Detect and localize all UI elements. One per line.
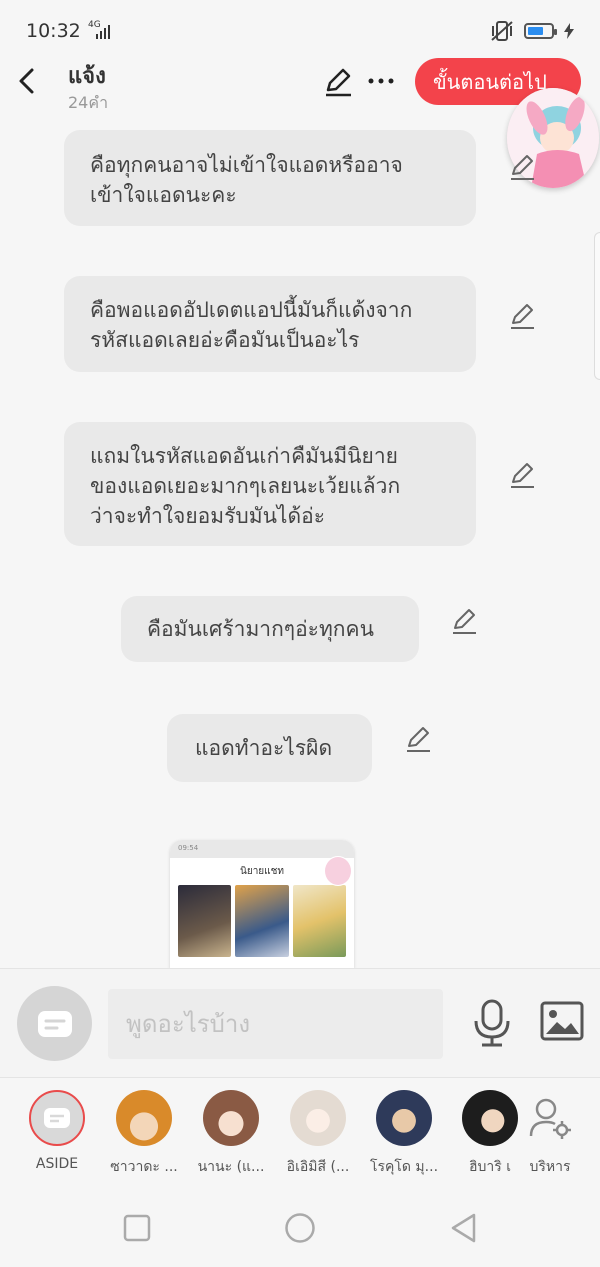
- edit-message-icon[interactable]: [449, 606, 479, 636]
- status-time: 10:32: [26, 20, 81, 42]
- character-avatar: [116, 1090, 172, 1146]
- message-line: แถมในรหัสแอดอันเก่าคืมันมีนิยาย: [90, 444, 398, 468]
- edit-message-icon[interactable]: [507, 460, 537, 490]
- message-bubble[interactable]: คือมันเศร้ามากๆอ่ะทุกคน: [121, 596, 419, 662]
- message-bubble[interactable]: แถมในรหัสแอดอันเก่าคืมันมีนิยาย ของแอดเย…: [64, 422, 476, 546]
- thumbnail-cover: [235, 885, 289, 957]
- home-button[interactable]: [284, 1212, 316, 1244]
- thumbnail-avatar: [324, 856, 352, 886]
- thumbnail-cover: [292, 885, 346, 957]
- header: แจ้ง 24คำ ขั้นตอนต่อไป: [0, 58, 600, 120]
- recent-apps-button[interactable]: [123, 1214, 151, 1242]
- vibrate-muted-icon: [491, 21, 513, 41]
- character-avatar: [203, 1090, 259, 1146]
- page-title: แจ้ง: [68, 64, 106, 89]
- message-line: ของแอดเยอะมากๆเลยนะเว้ยแล้วก: [90, 474, 401, 498]
- message-line: คือพอแอดอัปเดตแอปนี้มันก็แด้งจาก: [90, 298, 413, 322]
- character-avatar: [290, 1090, 346, 1146]
- character-avatar: [376, 1090, 432, 1146]
- word-count: 24คำ: [68, 93, 109, 112]
- message-line: คือมันเศร้ามากๆอ่ะทุกคน: [147, 617, 374, 641]
- message-composer: [0, 968, 600, 1078]
- edit-message-icon[interactable]: [403, 724, 433, 754]
- battery-icon: [524, 23, 557, 39]
- message-line: แอดทำอะไรผิด: [195, 736, 333, 760]
- character-name: บริหาร: [529, 1159, 571, 1175]
- image-message-thumbnail[interactable]: 09:54 นิยายแชท: [170, 840, 354, 968]
- system-nav-bar: [0, 1188, 600, 1267]
- thumbnail-time: 09:54: [178, 844, 199, 852]
- character-aside[interactable]: ASIDE: [17, 1090, 97, 1172]
- character-name: โรคุโด มุ...: [369, 1159, 439, 1175]
- character-item[interactable]: ซาวาดะ ...: [104, 1090, 184, 1178]
- aside-icon: [29, 1090, 85, 1146]
- signal-icon: [96, 25, 110, 39]
- edit-icon[interactable]: [322, 66, 354, 98]
- message-line: คือทุกคนอาจไม่เข้าใจแอดหรืออาจ: [90, 153, 403, 177]
- message-bubble[interactable]: คือพอแอดอัปเดตแอปนี้มันก็แด้งจาก รหัสแอด…: [64, 276, 476, 372]
- aside-toggle-button[interactable]: [17, 986, 92, 1061]
- manage-user-icon: [522, 1090, 578, 1146]
- character-name: ซาวาดะ ...: [110, 1159, 178, 1175]
- thumbnail-status-bar: 09:54: [170, 840, 354, 858]
- charging-icon: [564, 23, 574, 39]
- status-bar: 10:32 4G: [0, 0, 600, 58]
- character-name: อิเอิมิสี (...: [286, 1159, 350, 1175]
- edit-message-icon[interactable]: [507, 301, 537, 331]
- thumbnail-grid: [170, 885, 354, 957]
- message-line: รหัสแอดเลยอ่ะคือมันเป็นอะไร: [90, 328, 360, 352]
- character-name: ASIDE: [35, 1156, 79, 1172]
- message-input[interactable]: [108, 989, 443, 1059]
- character-selector: ASIDE ซาวาดะ ... นานะ (แ... อิเอิมิสี (.…: [0, 1078, 600, 1188]
- character-item[interactable]: โรคุโด มุ...: [364, 1090, 444, 1178]
- back-button[interactable]: [14, 66, 42, 96]
- message-line: เข้าใจแอดนะคะ: [90, 183, 237, 207]
- chat-bubble-icon: [44, 1108, 70, 1128]
- edit-message-icon[interactable]: [507, 152, 537, 182]
- scroll-handle[interactable]: [594, 232, 600, 380]
- microphone-icon[interactable]: [472, 999, 512, 1047]
- manage-characters-button[interactable]: บริหาร: [510, 1090, 590, 1178]
- image-icon[interactable]: [540, 1001, 584, 1041]
- message-line: ว่าจะทำใจยอมรับมันได้อ่ะ: [90, 504, 326, 528]
- message-bubble[interactable]: คือทุกคนอาจไม่เข้าใจแอดหรืออาจ เข้าใจแอด…: [64, 130, 476, 226]
- character-item[interactable]: อิเอิมิสี (...: [278, 1090, 358, 1178]
- chat-bubble-icon: [37, 1010, 72, 1037]
- character-item[interactable]: นานะ (แ...: [191, 1090, 271, 1178]
- more-options-icon[interactable]: [366, 76, 396, 86]
- message-bubble[interactable]: แอดทำอะไรผิด: [167, 714, 372, 782]
- thumbnail-cover: [178, 885, 232, 957]
- character-name: นานะ (แ...: [197, 1159, 265, 1175]
- back-nav-button[interactable]: [449, 1212, 477, 1244]
